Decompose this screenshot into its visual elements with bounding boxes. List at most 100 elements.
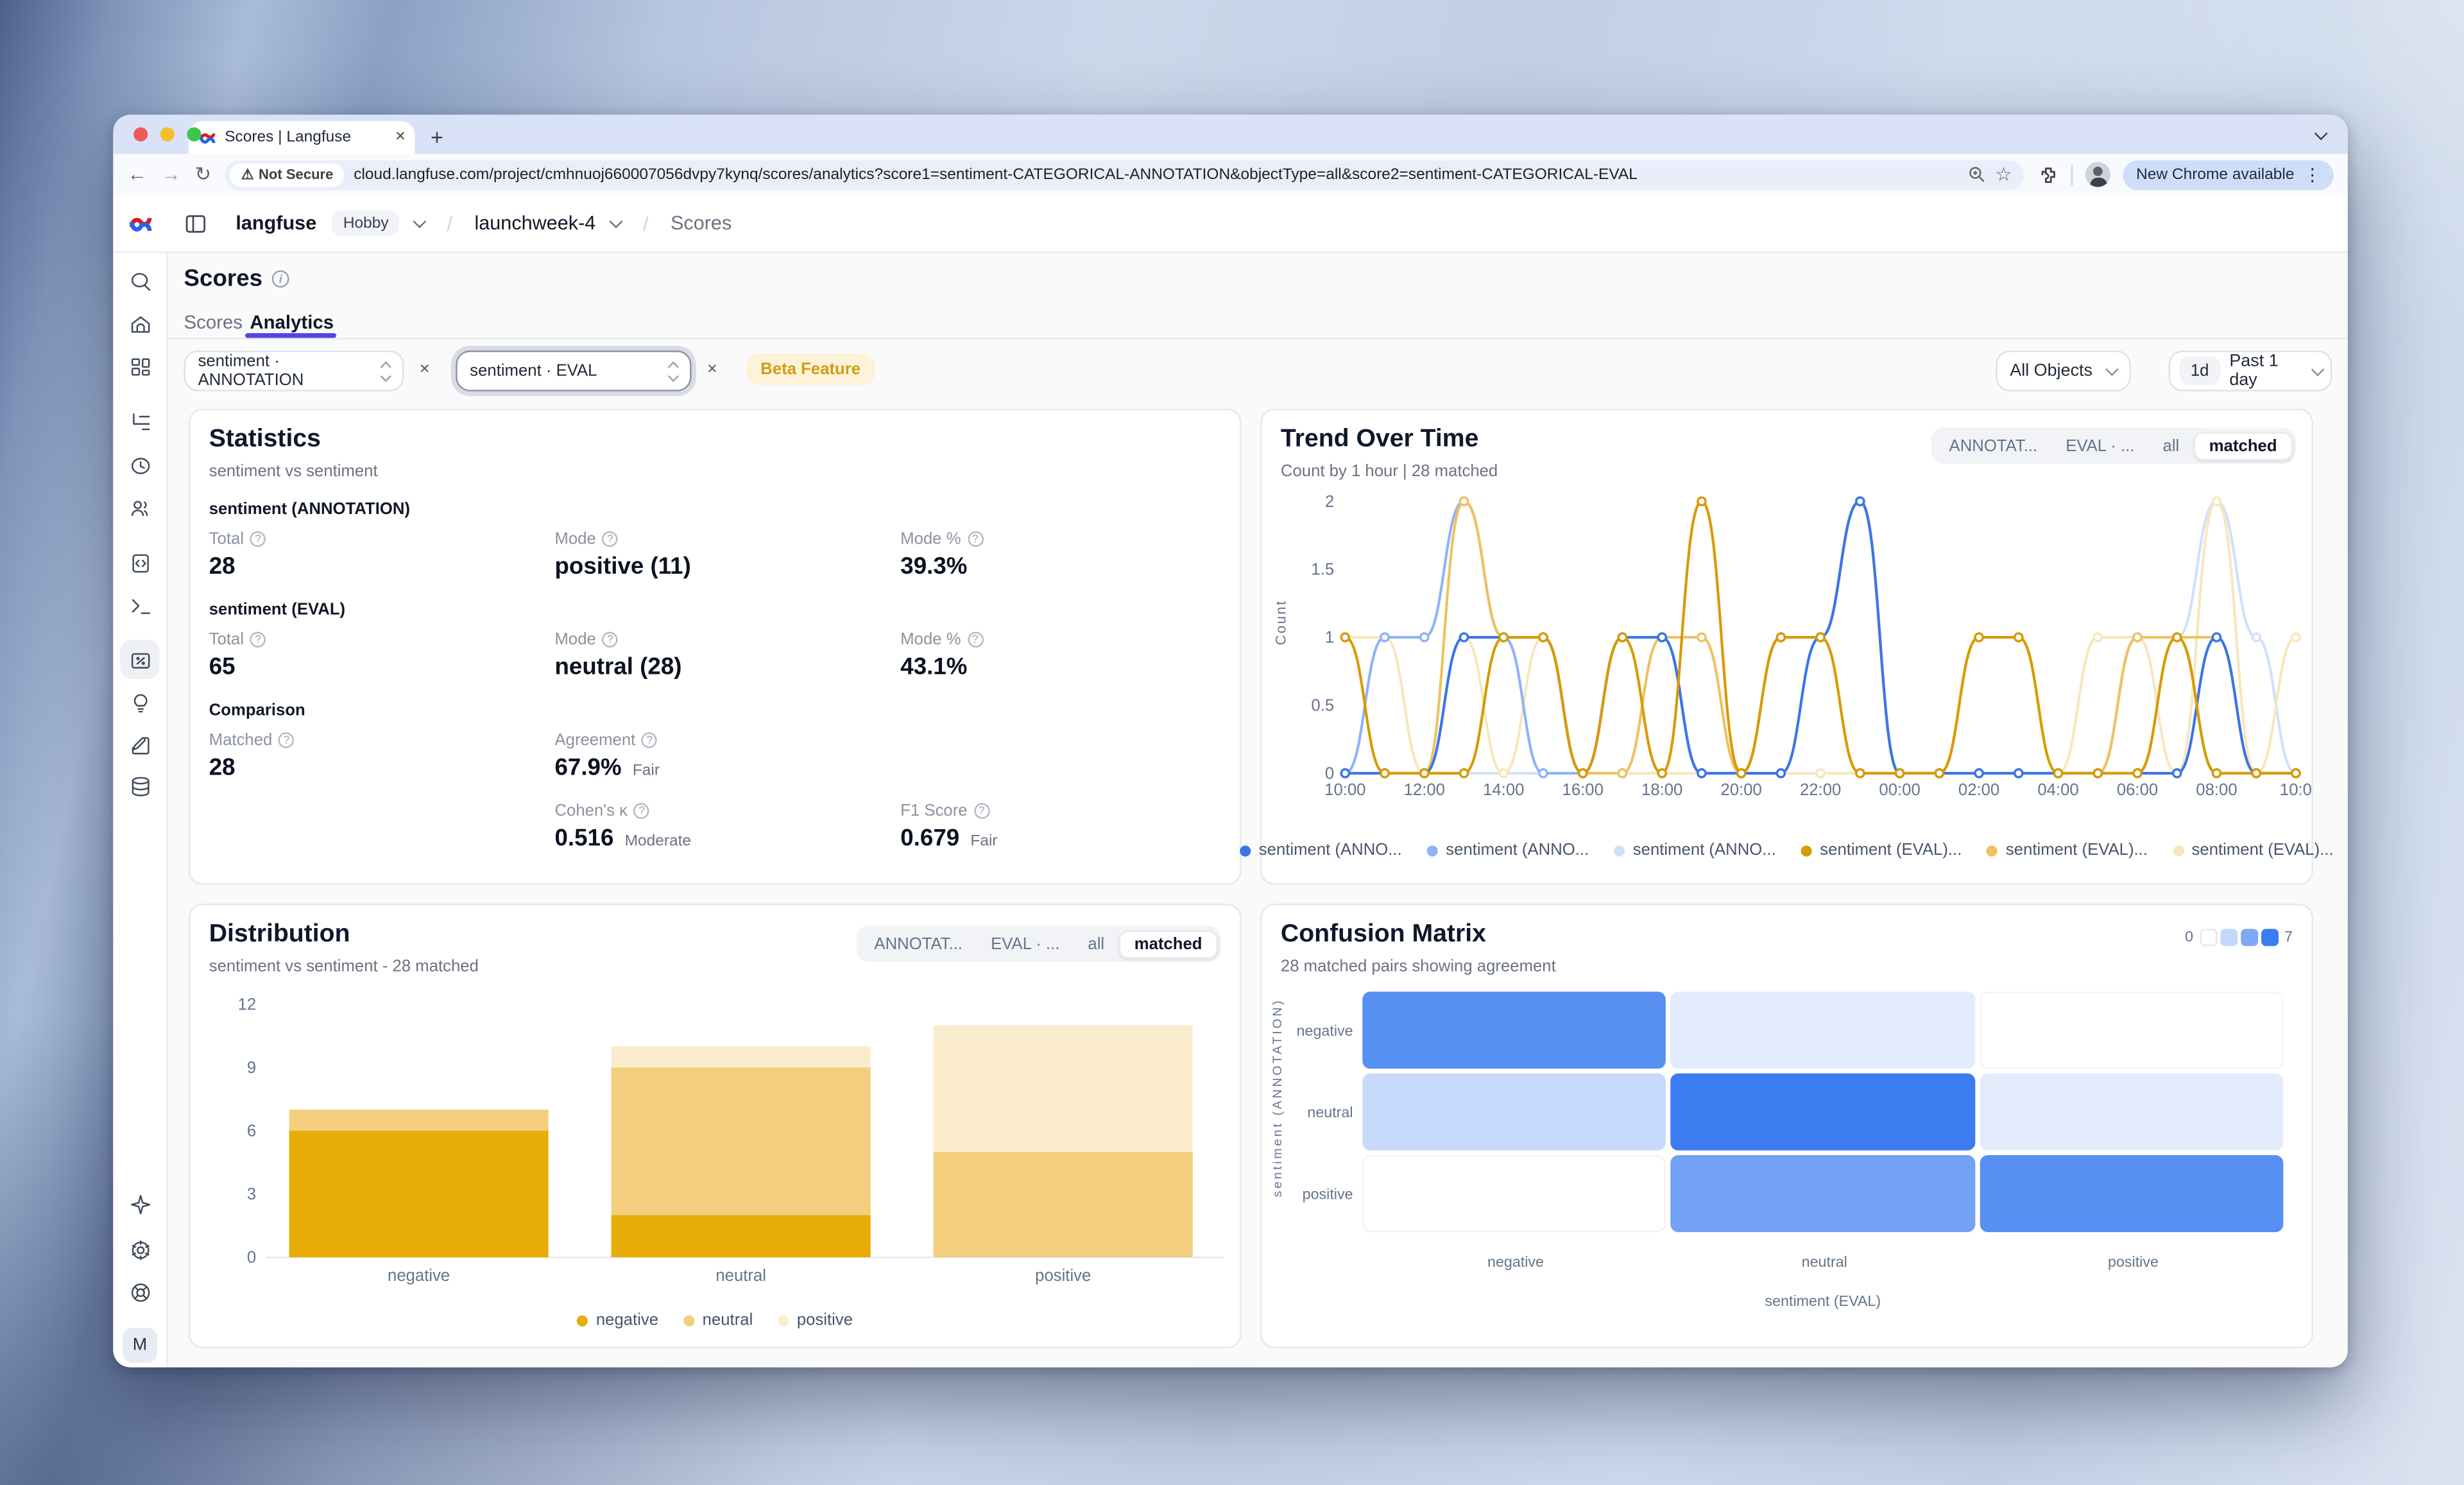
legend-item[interactable]: sentiment (ANNO... — [1614, 841, 1775, 859]
org-chevron-icon[interactable] — [413, 214, 427, 228]
help-icon[interactable]: ? — [642, 732, 657, 748]
minimize-window-button[interactable] — [160, 127, 175, 141]
help-icon[interactable]: ? — [634, 803, 649, 818]
tab-search-chevron-icon[interactable] — [2310, 124, 2332, 146]
bar-segment-negative-neutral — [289, 1110, 549, 1131]
help-icon[interactable]: ? — [973, 803, 989, 818]
annotation-icon[interactable] — [127, 732, 152, 757]
help-icon[interactable]: ? — [250, 631, 266, 647]
confusion-cell-negative-positive[interactable] — [1980, 991, 2283, 1069]
toggle-option-eval[interactable]: EVAL · ... — [977, 931, 1074, 956]
legend-item[interactable]: sentiment (ANNO... — [1240, 841, 1401, 859]
svg-text:08:00: 08:00 — [2196, 781, 2237, 799]
legend-label: sentiment (EVAL)... — [2006, 841, 2148, 859]
profile-avatar[interactable] — [2086, 162, 2111, 187]
users-icon[interactable] — [127, 495, 152, 520]
help-icon[interactable]: ? — [967, 631, 982, 647]
help-icon[interactable]: ? — [603, 631, 618, 647]
browser-window: Scores | Langfuse × + ← → ↻ ⚠Not Secure … — [113, 115, 2347, 1368]
tab-scores[interactable]: Scores — [184, 311, 243, 333]
metric-label: Total? — [209, 630, 266, 649]
user-avatar[interactable]: M — [123, 1328, 157, 1362]
help-icon[interactable]: ? — [603, 531, 618, 547]
legend-item[interactable]: sentiment (EVAL)... — [1801, 841, 1962, 859]
svg-text:9: 9 — [247, 1059, 256, 1077]
browser-tab[interactable]: Scores | Langfuse × — [189, 121, 415, 154]
svg-text:10:0: 10:0 — [2280, 781, 2312, 799]
datasets-icon[interactable] — [127, 773, 152, 798]
playground-icon[interactable] — [127, 592, 152, 617]
legend-item[interactable]: sentiment (ANNO... — [1427, 841, 1589, 859]
confusion-cell-positive-negative[interactable] — [1362, 1155, 1666, 1232]
maximize-window-button[interactable] — [187, 127, 201, 141]
toggle-option-matched[interactable]: matched — [2193, 431, 2293, 459]
reload-icon[interactable]: ↻ — [195, 165, 212, 185]
confusion-cell-negative-neutral[interactable] — [1671, 991, 1974, 1069]
confusion-row-label: negative — [1265, 1023, 1353, 1040]
date-range-select[interactable]: 1d Past 1 day — [2169, 350, 2332, 391]
toggle-option-annotat[interactable]: ANNOTAT... — [1935, 433, 2051, 458]
score2-select[interactable]: sentiment · EVAL — [456, 350, 691, 391]
project-chevron-icon[interactable] — [610, 214, 623, 228]
remove-score1-icon[interactable]: × — [420, 360, 430, 379]
object-type-select[interactable]: All Objects — [1996, 350, 2131, 391]
url-bar[interactable]: ⚠Not Secure cloud.langfuse.com/project/c… — [225, 160, 2024, 190]
legend-item[interactable]: sentiment (EVAL)... — [1987, 841, 2148, 859]
new-tab-button[interactable]: + — [431, 124, 443, 149]
forward-icon[interactable]: → — [161, 165, 181, 185]
confusion-cell-neutral-neutral[interactable] — [1671, 1074, 1974, 1151]
tracing-icon[interactable] — [127, 409, 152, 434]
settings-gear-icon[interactable] — [127, 1237, 152, 1262]
select-updown-icon — [669, 362, 677, 379]
bookmark-star-icon[interactable]: ☆ — [1995, 164, 2012, 185]
toggle-option-annotat[interactable]: ANNOTAT... — [860, 931, 977, 956]
sessions-icon[interactable] — [127, 452, 152, 477]
tab-analytics[interactable]: Analytics — [250, 311, 334, 333]
confusion-cell-negative-negative[interactable] — [1362, 991, 1666, 1069]
scores-icon[interactable] — [127, 648, 152, 673]
chevron-down-icon — [2310, 363, 2323, 376]
confusion-cell-neutral-positive[interactable] — [1980, 1074, 2283, 1151]
toggle-option-matched[interactable]: matched — [1118, 930, 1218, 958]
legend-item[interactable]: negative — [577, 1310, 658, 1329]
bar-segment-positive-neutral — [934, 1152, 1193, 1257]
confusion-cell-neutral-negative[interactable] — [1362, 1074, 1666, 1151]
plan-badge[interactable]: Hobby — [332, 210, 400, 236]
trend-legend: sentiment (ANNO... sentiment (ANNO... sent… — [1262, 841, 2312, 859]
kebab-menu-icon[interactable]: ⋮ — [2304, 164, 2321, 185]
dashboards-icon[interactable] — [127, 354, 152, 379]
toggle-option-all[interactable]: all — [1074, 931, 1118, 956]
help-icon[interactable]: ? — [250, 531, 266, 547]
legend-item[interactable]: neutral — [683, 1310, 753, 1329]
confusion-cell-positive-positive[interactable] — [1980, 1155, 2283, 1232]
info-icon[interactable]: i — [272, 270, 289, 288]
tab-close-icon[interactable]: × — [395, 129, 406, 146]
back-icon[interactable]: ← — [127, 165, 147, 185]
zoom-page-icon[interactable] — [1967, 165, 1985, 184]
url-text[interactable]: cloud.langfuse.com/project/cmhnuoj660007… — [354, 166, 1957, 183]
breadcrumb-project[interactable]: launchweek-4 — [474, 212, 595, 234]
toggle-option-all[interactable]: all — [2148, 433, 2193, 458]
whats-new-icon[interactable] — [127, 1191, 152, 1216]
update-chrome-button[interactable]: New Chrome available ⋮ — [2124, 160, 2334, 190]
legend-label: sentiment (EVAL)... — [2192, 841, 2334, 859]
security-chip[interactable]: ⚠Not Secure — [230, 162, 345, 186]
confusion-cell-positive-neutral[interactable] — [1671, 1155, 1974, 1232]
scale-swatch — [2220, 929, 2237, 946]
legend-item[interactable]: sentiment (EVAL)... — [2173, 841, 2333, 859]
legend-item[interactable]: positive — [778, 1310, 853, 1329]
score1-select[interactable]: sentiment · ANNOTATION — [184, 350, 404, 391]
prompts-icon[interactable] — [127, 550, 152, 575]
sidebar-toggle-icon[interactable] — [184, 211, 208, 235]
extensions-icon[interactable] — [2039, 164, 2059, 185]
search-icon[interactable] — [127, 269, 152, 294]
brand-name[interactable]: langfuse — [235, 212, 316, 234]
support-icon[interactable] — [127, 1279, 152, 1304]
evaluation-icon[interactable] — [127, 690, 152, 715]
help-icon[interactable]: ? — [967, 531, 982, 547]
remove-score2-icon[interactable]: × — [707, 360, 717, 379]
close-window-button[interactable] — [133, 127, 148, 141]
home-icon[interactable] — [127, 311, 152, 336]
toggle-option-eval[interactable]: EVAL · ... — [2051, 433, 2148, 458]
help-icon[interactable]: ? — [278, 732, 294, 748]
